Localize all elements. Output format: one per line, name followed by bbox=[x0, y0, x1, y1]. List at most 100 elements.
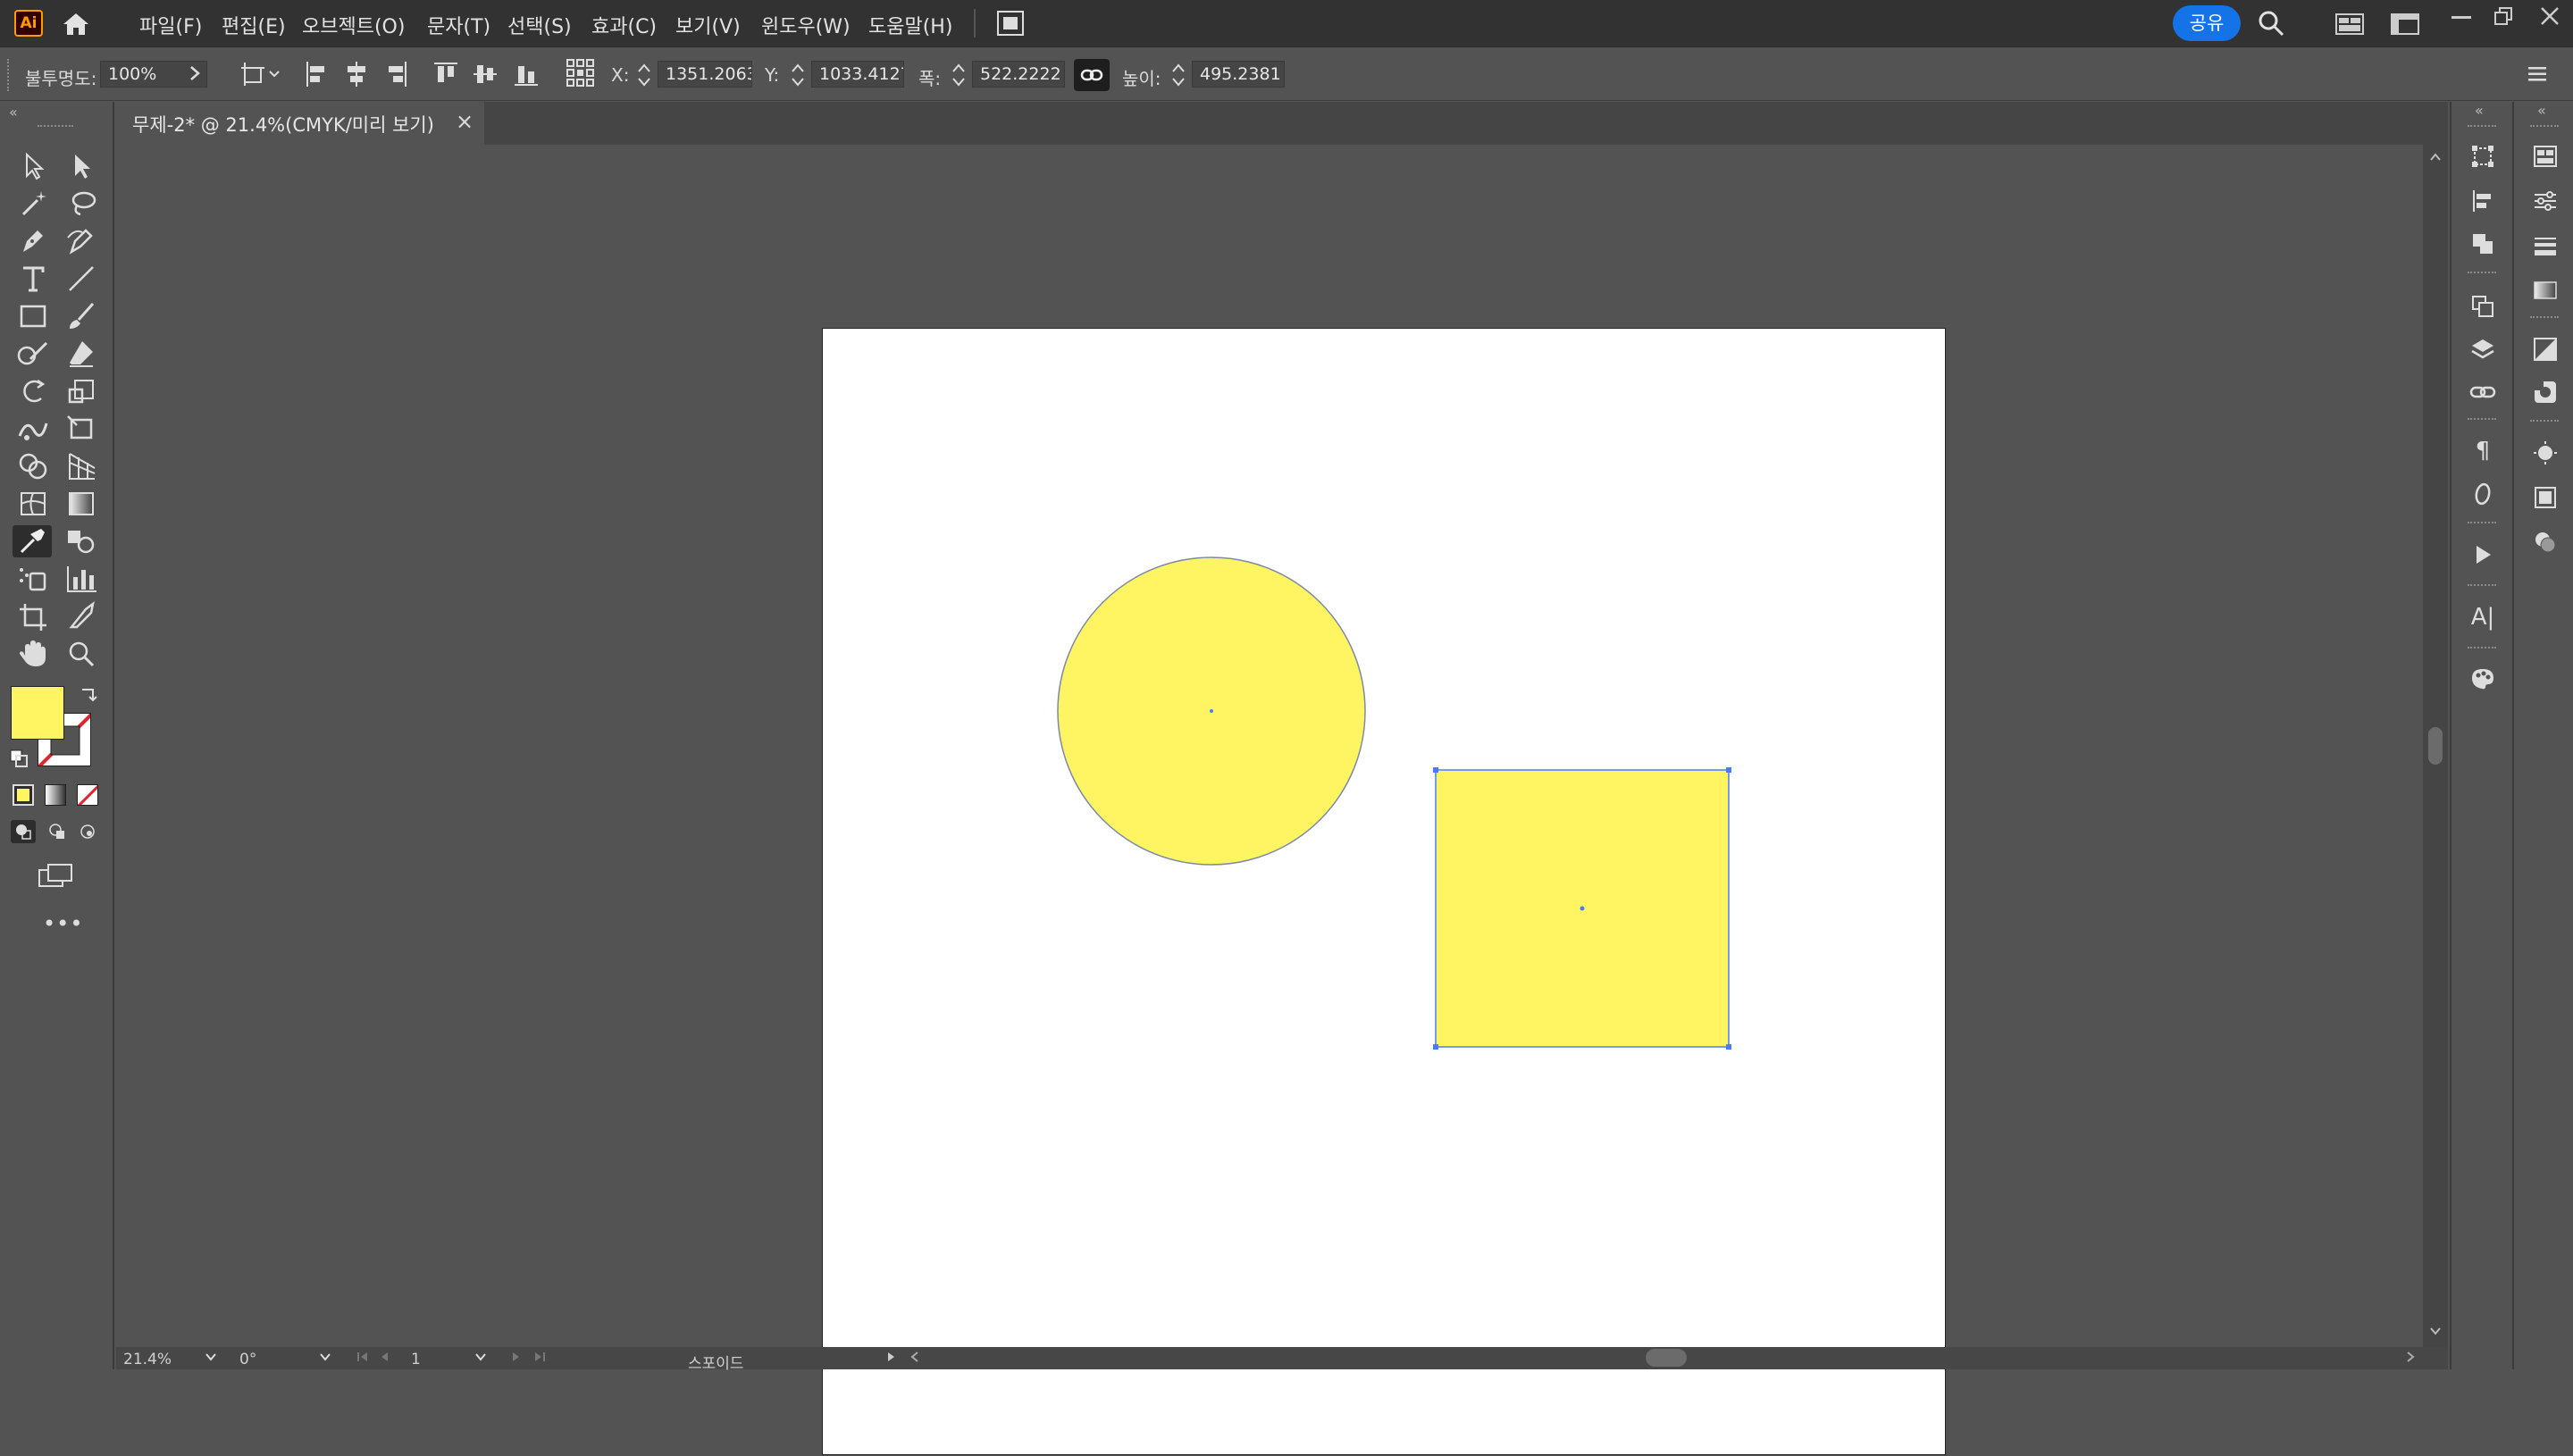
lasso-tool-icon[interactable] bbox=[63, 188, 102, 220]
menu-help[interactable]: 도움말(H) bbox=[868, 11, 952, 39]
scale-tool-icon[interactable] bbox=[63, 375, 102, 407]
color-guide-panel-icon[interactable] bbox=[2469, 665, 2496, 691]
previous-artboard-icon[interactable] bbox=[379, 1351, 390, 1363]
document-tab[interactable]: 무제-2* @ 21.4%(CMYK/미리 보기) × bbox=[116, 102, 484, 145]
rectangle-tool-icon[interactable] bbox=[14, 300, 54, 332]
minimize-icon[interactable] bbox=[2451, 16, 2471, 19]
column-graph-tool-icon[interactable] bbox=[63, 563, 102, 595]
rotation-value[interactable]: 0° bbox=[239, 1351, 256, 1368]
paintbrush-tool-icon[interactable] bbox=[63, 300, 102, 332]
collapse-toolbar-icon[interactable]: « bbox=[9, 104, 18, 121]
scroll-left-icon[interactable] bbox=[909, 1351, 920, 1363]
panel-grip[interactable] bbox=[2468, 584, 2496, 588]
pen-tool-icon[interactable] bbox=[14, 225, 54, 257]
zoom-value[interactable]: 21.4% bbox=[123, 1351, 172, 1368]
swap-fill-stroke-icon[interactable] bbox=[79, 684, 98, 704]
next-artboard-icon[interactable] bbox=[511, 1351, 522, 1363]
artboards-panel-icon[interactable] bbox=[2469, 293, 2496, 320]
x-stepper-icon[interactable] bbox=[636, 61, 652, 89]
align-left-icon[interactable] bbox=[304, 59, 331, 89]
line-segment-tool-icon[interactable] bbox=[63, 263, 102, 295]
curvature-tool-icon[interactable] bbox=[63, 225, 102, 257]
align-top-icon[interactable] bbox=[432, 59, 459, 89]
panel-grip[interactable] bbox=[2530, 125, 2559, 129]
align-right-icon[interactable] bbox=[382, 59, 409, 89]
toolbar-grip[interactable] bbox=[38, 125, 73, 129]
draw-inside-icon[interactable] bbox=[75, 820, 100, 843]
shaper-tool-icon[interactable] bbox=[14, 338, 54, 370]
none-mode-button[interactable] bbox=[77, 784, 98, 806]
panel-grip[interactable] bbox=[2468, 125, 2496, 129]
y-stepper-icon[interactable] bbox=[790, 61, 806, 89]
menu-view[interactable]: 보기(V) bbox=[675, 11, 741, 39]
blend-tool-icon[interactable] bbox=[63, 525, 102, 557]
collapse-panel-icon[interactable]: « bbox=[2537, 102, 2546, 119]
collapse-panel-icon[interactable]: « bbox=[2475, 102, 2484, 119]
actions-panel-icon[interactable] bbox=[2469, 541, 2496, 568]
height-field[interactable]: 495.2381 p bbox=[1192, 61, 1285, 88]
panel-grip[interactable] bbox=[2468, 418, 2496, 422]
x-field[interactable]: 1351.2063 bbox=[658, 61, 752, 88]
width-stepper-icon[interactable] bbox=[951, 61, 967, 89]
selection-handle[interactable] bbox=[1726, 1044, 1731, 1050]
panel-grip[interactable] bbox=[2530, 420, 2559, 423]
last-artboard-icon[interactable] bbox=[532, 1351, 547, 1363]
menu-file[interactable]: 파일(F) bbox=[139, 11, 202, 39]
align-center-icon[interactable] bbox=[343, 59, 370, 89]
eyedropper-tool-icon[interactable] bbox=[13, 525, 52, 557]
home-icon[interactable] bbox=[61, 11, 91, 38]
shape-builder-tool-icon[interactable] bbox=[14, 450, 54, 482]
constrain-proportions-button[interactable] bbox=[1074, 59, 1110, 91]
width-field[interactable]: 522.2222 p bbox=[972, 61, 1065, 88]
hand-tool-icon[interactable] bbox=[14, 638, 54, 670]
rotate-tool-icon[interactable] bbox=[14, 375, 54, 407]
more-tools-icon[interactable]: ••• bbox=[43, 911, 83, 936]
control-bar-menu-icon[interactable] bbox=[2527, 64, 2548, 84]
mesh-tool-icon[interactable] bbox=[14, 488, 54, 520]
transform-panel-icon[interactable] bbox=[2469, 143, 2496, 170]
app-logo[interactable]: Ai bbox=[14, 10, 43, 37]
first-artboard-icon[interactable] bbox=[356, 1351, 370, 1363]
search-icon[interactable] bbox=[2257, 9, 2285, 38]
slice-tool-icon[interactable] bbox=[63, 600, 102, 632]
menu-effect[interactable]: 효과(C) bbox=[591, 11, 657, 39]
selection-handle[interactable] bbox=[1433, 767, 1438, 773]
selection-tool-icon[interactable] bbox=[14, 150, 54, 182]
zoom-tool-icon[interactable] bbox=[63, 638, 102, 670]
screen-mode-icon[interactable] bbox=[36, 861, 75, 890]
color-panel-icon[interactable] bbox=[2532, 529, 2559, 556]
menu-type[interactable]: 문자(T) bbox=[427, 11, 490, 39]
close-tab-icon[interactable]: × bbox=[456, 109, 474, 134]
share-button[interactable]: 공유 bbox=[2173, 5, 2241, 41]
artboard-tool-icon[interactable] bbox=[14, 600, 54, 632]
appearance-panel-icon[interactable] bbox=[2532, 439, 2559, 466]
gradient-panel-icon[interactable] bbox=[2532, 277, 2559, 304]
menu-window[interactable]: 윈도우(W) bbox=[761, 11, 851, 39]
scroll-up-icon[interactable] bbox=[2429, 152, 2442, 163]
direct-selection-tool-icon[interactable] bbox=[63, 150, 102, 182]
menu-object[interactable]: 오브젝트(O) bbox=[302, 11, 405, 39]
panel-grip[interactable] bbox=[2530, 316, 2559, 320]
selection-handle[interactable] bbox=[1726, 767, 1731, 773]
character-panel-icon[interactable]: A| bbox=[2469, 604, 2496, 631]
panel-grip[interactable] bbox=[2468, 272, 2496, 275]
align-bottom-icon[interactable] bbox=[513, 59, 540, 89]
graphic-styles-panel-icon[interactable] bbox=[2532, 484, 2559, 511]
panel-grip[interactable] bbox=[2468, 522, 2496, 525]
warp-tool-icon[interactable] bbox=[14, 413, 54, 445]
zoom-dropdown-icon[interactable] bbox=[204, 1351, 218, 1363]
scroll-right-icon[interactable] bbox=[2405, 1351, 2416, 1363]
close-icon[interactable] bbox=[2539, 5, 2560, 27]
transparency-panel-icon[interactable] bbox=[2532, 336, 2559, 363]
draw-normal-icon[interactable] bbox=[11, 820, 36, 843]
opentype-panel-icon[interactable] bbox=[2469, 481, 2496, 507]
draw-behind-icon[interactable] bbox=[45, 820, 70, 843]
artboard-number[interactable]: 1 bbox=[411, 1351, 421, 1368]
control-bar-grip[interactable] bbox=[7, 59, 11, 91]
paragraph-panel-icon[interactable]: ¶ bbox=[2469, 438, 2496, 464]
vertical-scrollbar[interactable] bbox=[2423, 145, 2448, 1347]
align-panel-icon[interactable] bbox=[2469, 188, 2496, 214]
symbol-sprayer-tool-icon[interactable] bbox=[14, 563, 54, 595]
default-fill-stroke-icon[interactable] bbox=[9, 749, 29, 768]
symbols-panel-icon[interactable] bbox=[2532, 379, 2559, 406]
